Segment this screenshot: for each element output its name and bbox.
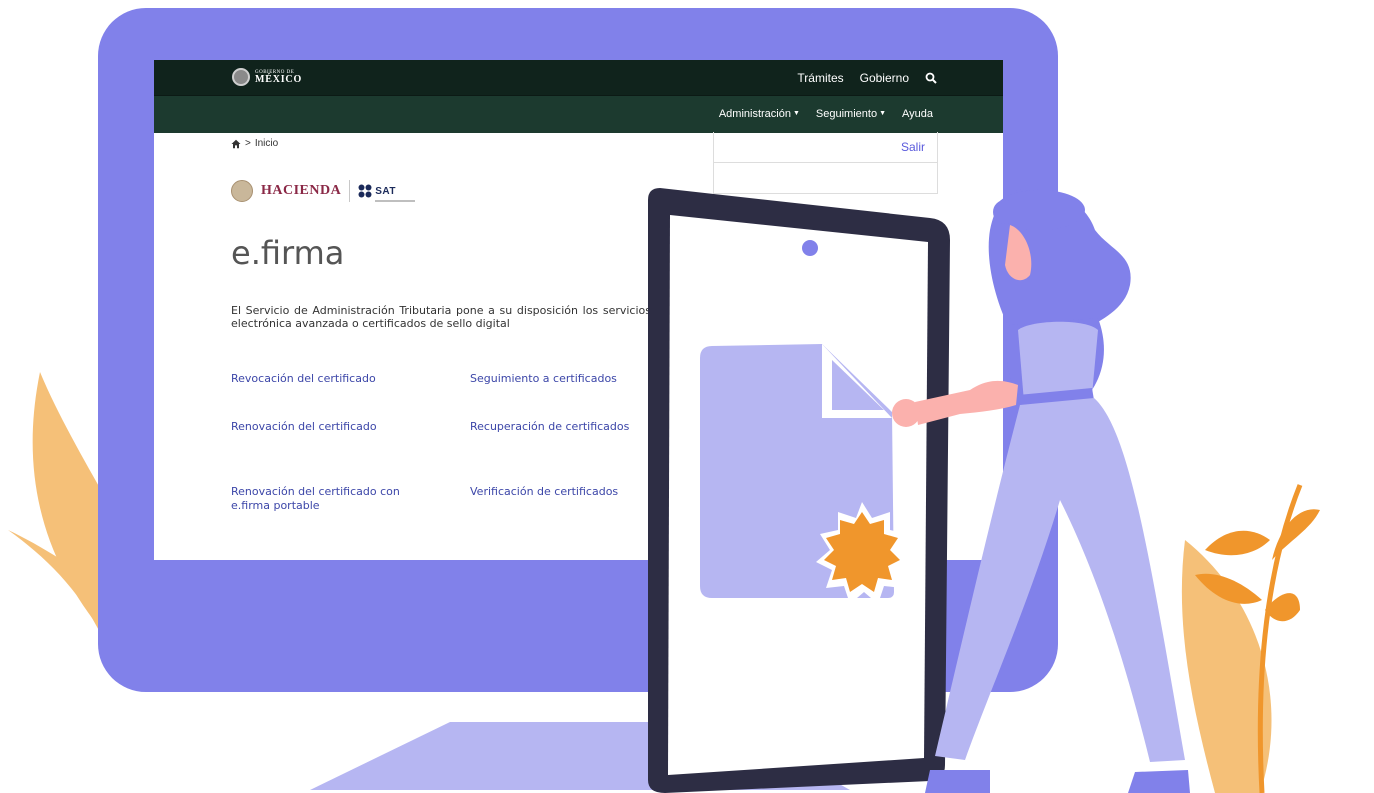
user-panel: Salir [713, 132, 938, 194]
logo-divider [349, 180, 351, 202]
coat-of-arms-icon [232, 68, 250, 86]
caret-down-icon: ▼ [879, 110, 886, 117]
menu-administracion[interactable]: Administración ▼ [719, 108, 800, 120]
top-nav: Trámites Gobierno [797, 71, 937, 85]
logout-link[interactable]: Salir [714, 132, 937, 162]
sat-logo-text: SAT [375, 185, 396, 197]
menu-seguimiento-label: Seguimiento [815, 108, 878, 120]
hacienda-sat-logos: HACIENDA SAT [231, 180, 416, 202]
gobierno-logo[interactable]: GOBIERNO DE MÉXICO [232, 68, 302, 86]
home-icon[interactable] [231, 139, 241, 149]
caret-down-icon: ▼ [792, 110, 800, 117]
page-title: e.firma [231, 234, 345, 272]
top-navbar: GOBIERNO DE MÉXICO Trámites Gobierno [154, 60, 1003, 95]
logo-big-text: MÉXICO [255, 73, 303, 85]
breadcrumb-separator: > [245, 138, 251, 149]
link-renovacion-portable[interactable]: Renovación del certificado con e.firma p… [231, 485, 401, 513]
sub-nav: Administración ▼ Seguimiento ▼ Ayuda [719, 108, 933, 120]
link-revocacion[interactable]: Revocación del certificado [231, 372, 376, 386]
intro-paragraph: El Servicio de Administración Tributaria… [231, 304, 651, 330]
hacienda-logo-text: HACIENDA [261, 183, 342, 198]
breadcrumb-current[interactable]: Inicio [255, 138, 278, 149]
sat-subline [375, 199, 416, 202]
search-icon[interactable] [925, 72, 937, 84]
sat-logo: SAT [358, 181, 416, 202]
link-recuperacion[interactable]: Recuperación de certificados [470, 420, 629, 434]
breadcrumb: > Inicio [231, 138, 278, 149]
sub-navbar: Administración ▼ Seguimiento ▼ Ayuda [154, 95, 1003, 133]
menu-seguimiento[interactable]: Seguimiento ▼ [816, 108, 886, 120]
link-seguimiento[interactable]: Seguimiento a certificados [470, 372, 617, 386]
nav-tramites[interactable]: Trámites [797, 71, 843, 85]
link-renovacion[interactable]: Renovación del certificado [231, 420, 377, 434]
link-verificacion[interactable]: Verificación de certificados [470, 485, 618, 499]
menu-administracion-label: Administración [718, 108, 791, 120]
user-panel-empty-row [714, 162, 937, 193]
browser-screen: GOBIERNO DE MÉXICO Trámites Gobierno Adm… [154, 60, 1003, 560]
sat-dots-icon [358, 184, 372, 198]
menu-ayuda[interactable]: Ayuda [902, 108, 933, 120]
monitor-stand [310, 722, 850, 790]
nav-gobierno[interactable]: Gobierno [860, 71, 909, 85]
right-plant-illustration [1181, 484, 1320, 793]
hacienda-seal-icon [231, 180, 253, 202]
